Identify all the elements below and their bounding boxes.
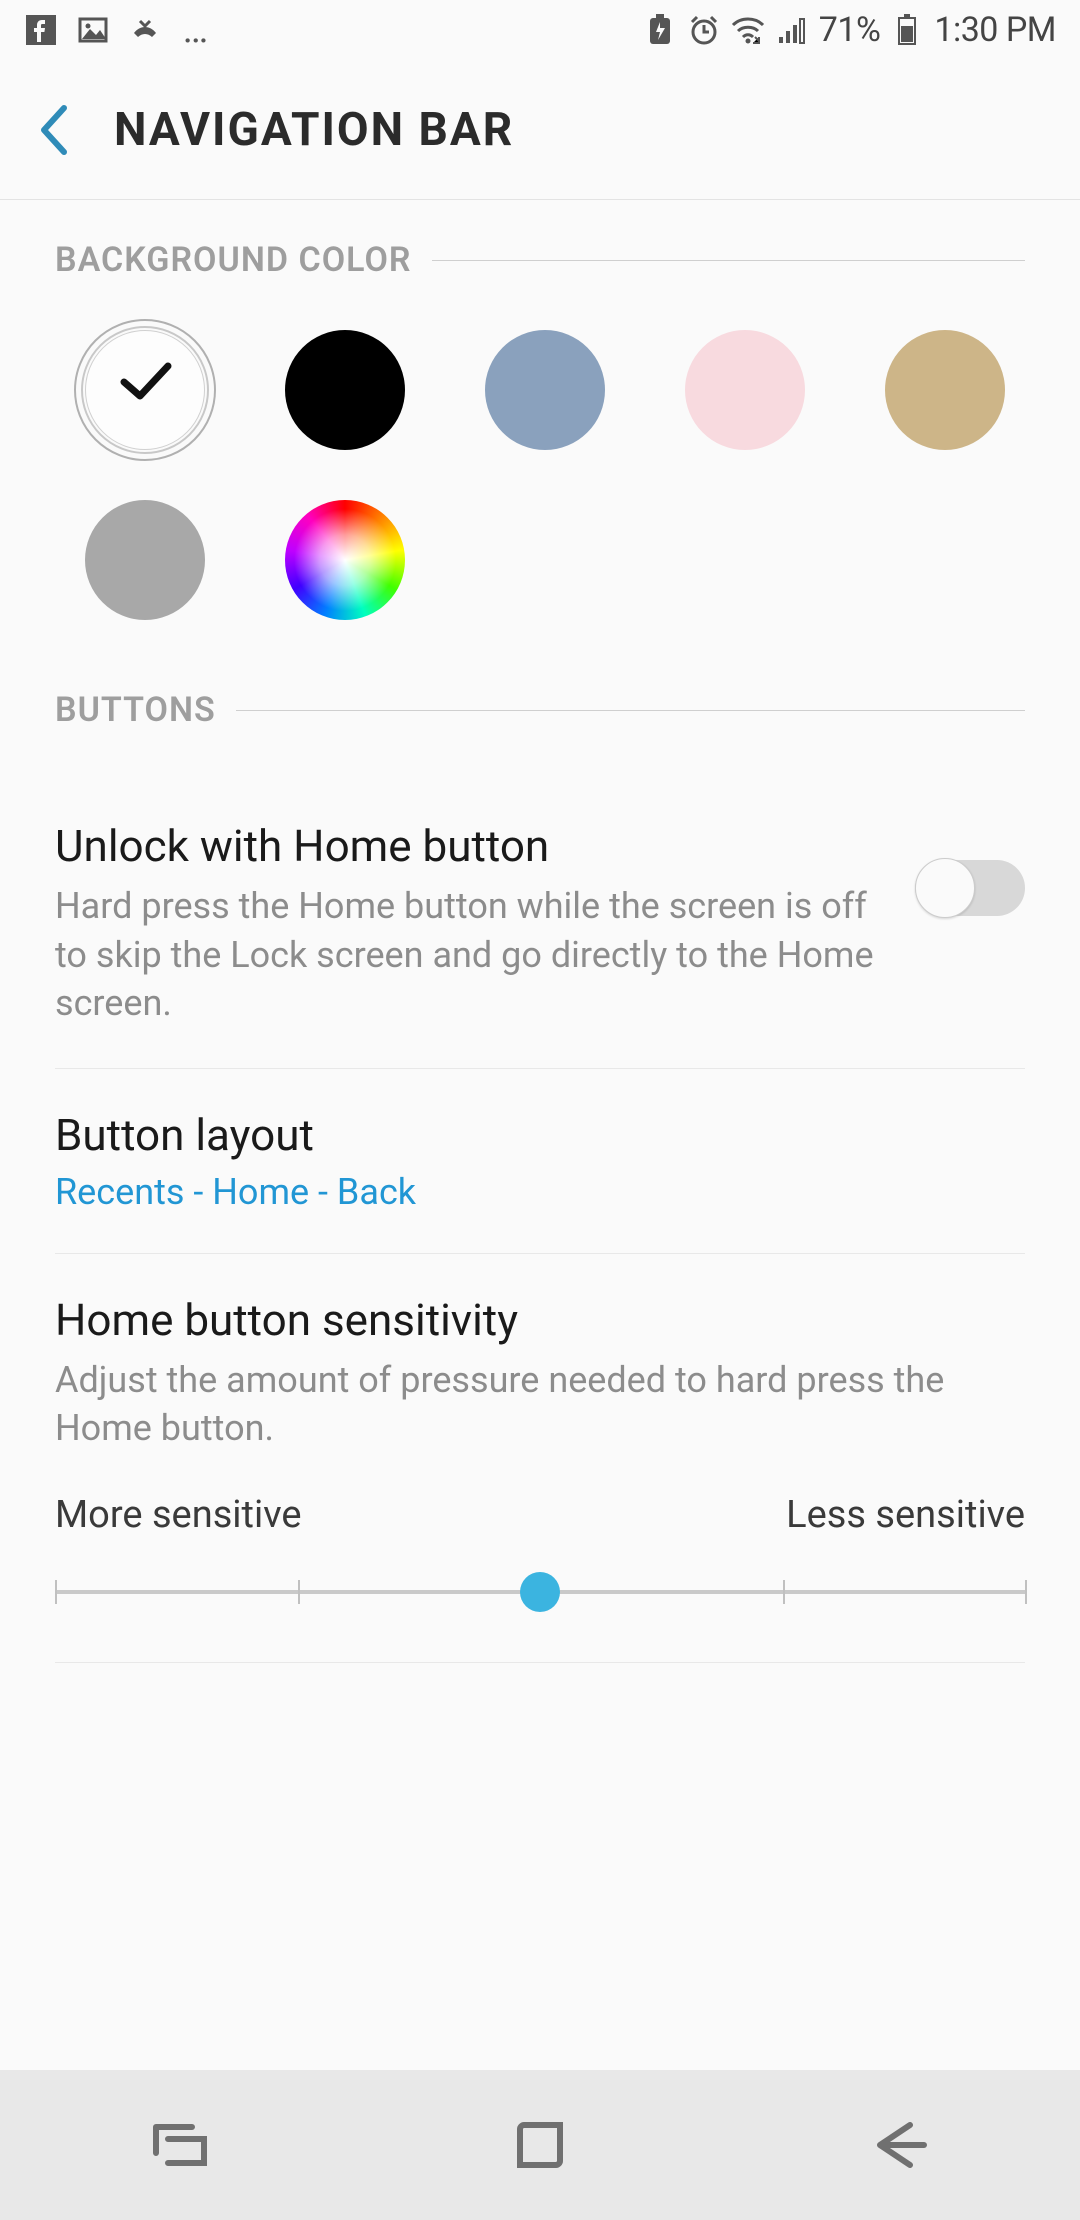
swatch-tan[interactable] — [885, 330, 1005, 450]
slider-label-left: More sensitive — [55, 1493, 302, 1537]
navigation-bar — [0, 2070, 1080, 2220]
slider-tick — [783, 1580, 785, 1604]
slider-tick — [1025, 1580, 1027, 1604]
item-title: Home button sensitivity — [55, 1294, 1025, 1346]
divider — [432, 260, 1026, 261]
page-title: NAVIGATION BAR — [114, 103, 514, 157]
image-icon — [76, 13, 110, 47]
slider-thumb[interactable] — [520, 1572, 560, 1612]
section-buttons: BUTTONS Unlock with Home button Hard pre… — [0, 650, 1080, 1703]
color-swatch-grid — [55, 330, 1025, 650]
check-icon — [110, 346, 180, 434]
battery-saver-icon — [643, 13, 677, 47]
item-unlock-home[interactable]: Unlock with Home button Hard press the H… — [55, 780, 1025, 1069]
slider-label-right: Less sensitive — [786, 1493, 1025, 1537]
nav-recents-button[interactable] — [80, 2095, 280, 2195]
wifi-icon — [731, 13, 765, 47]
sensitivity-slider[interactable] — [55, 1572, 1025, 1612]
app-bar: NAVIGATION BAR — [0, 60, 1080, 200]
alarm-icon — [687, 13, 721, 47]
item-value: Recents - Home - Back — [55, 1171, 1025, 1213]
item-home-sensitivity: Home button sensitivity Adjust the amoun… — [55, 1254, 1025, 1703]
nav-home-button[interactable] — [440, 2095, 640, 2195]
slider-tick — [55, 1580, 57, 1604]
back-button[interactable] — [24, 100, 84, 160]
swatch-gray[interactable] — [85, 500, 205, 620]
item-title: Unlock with Home button — [55, 820, 885, 872]
nav-back-button[interactable] — [800, 2095, 1000, 2195]
more-icon: … — [180, 13, 214, 47]
status-bar: … 71% 1:30 PM — [0, 0, 1080, 60]
section-background-color: BACKGROUND COLOR — [0, 200, 1080, 650]
section-label-bgcolor: BACKGROUND COLOR — [55, 240, 412, 280]
section-label-buttons: BUTTONS — [55, 690, 216, 730]
slider-tick — [298, 1580, 300, 1604]
divider — [236, 710, 1025, 711]
battery-percent: 71% — [819, 10, 881, 50]
toggle-unlock-home[interactable] — [915, 860, 1025, 916]
swatch-custom-color[interactable] — [285, 500, 405, 620]
clock-text: 1:30 PM — [934, 10, 1056, 50]
battery-icon — [890, 13, 924, 47]
item-desc: Hard press the Home button while the scr… — [55, 882, 885, 1028]
signal-icon — [775, 13, 809, 47]
item-button-layout[interactable]: Button layout Recents - Home - Back — [55, 1069, 1025, 1254]
swatch-black[interactable] — [285, 330, 405, 450]
facebook-icon — [24, 13, 58, 47]
swatch-steel[interactable] — [485, 330, 605, 450]
toggle-knob — [915, 858, 975, 918]
item-desc: Adjust the amount of pressure needed to … — [55, 1356, 1025, 1453]
swatch-white[interactable] — [85, 330, 205, 450]
item-title: Button layout — [55, 1109, 1025, 1161]
missed-call-icon — [128, 13, 162, 47]
swatch-pink[interactable] — [685, 330, 805, 450]
